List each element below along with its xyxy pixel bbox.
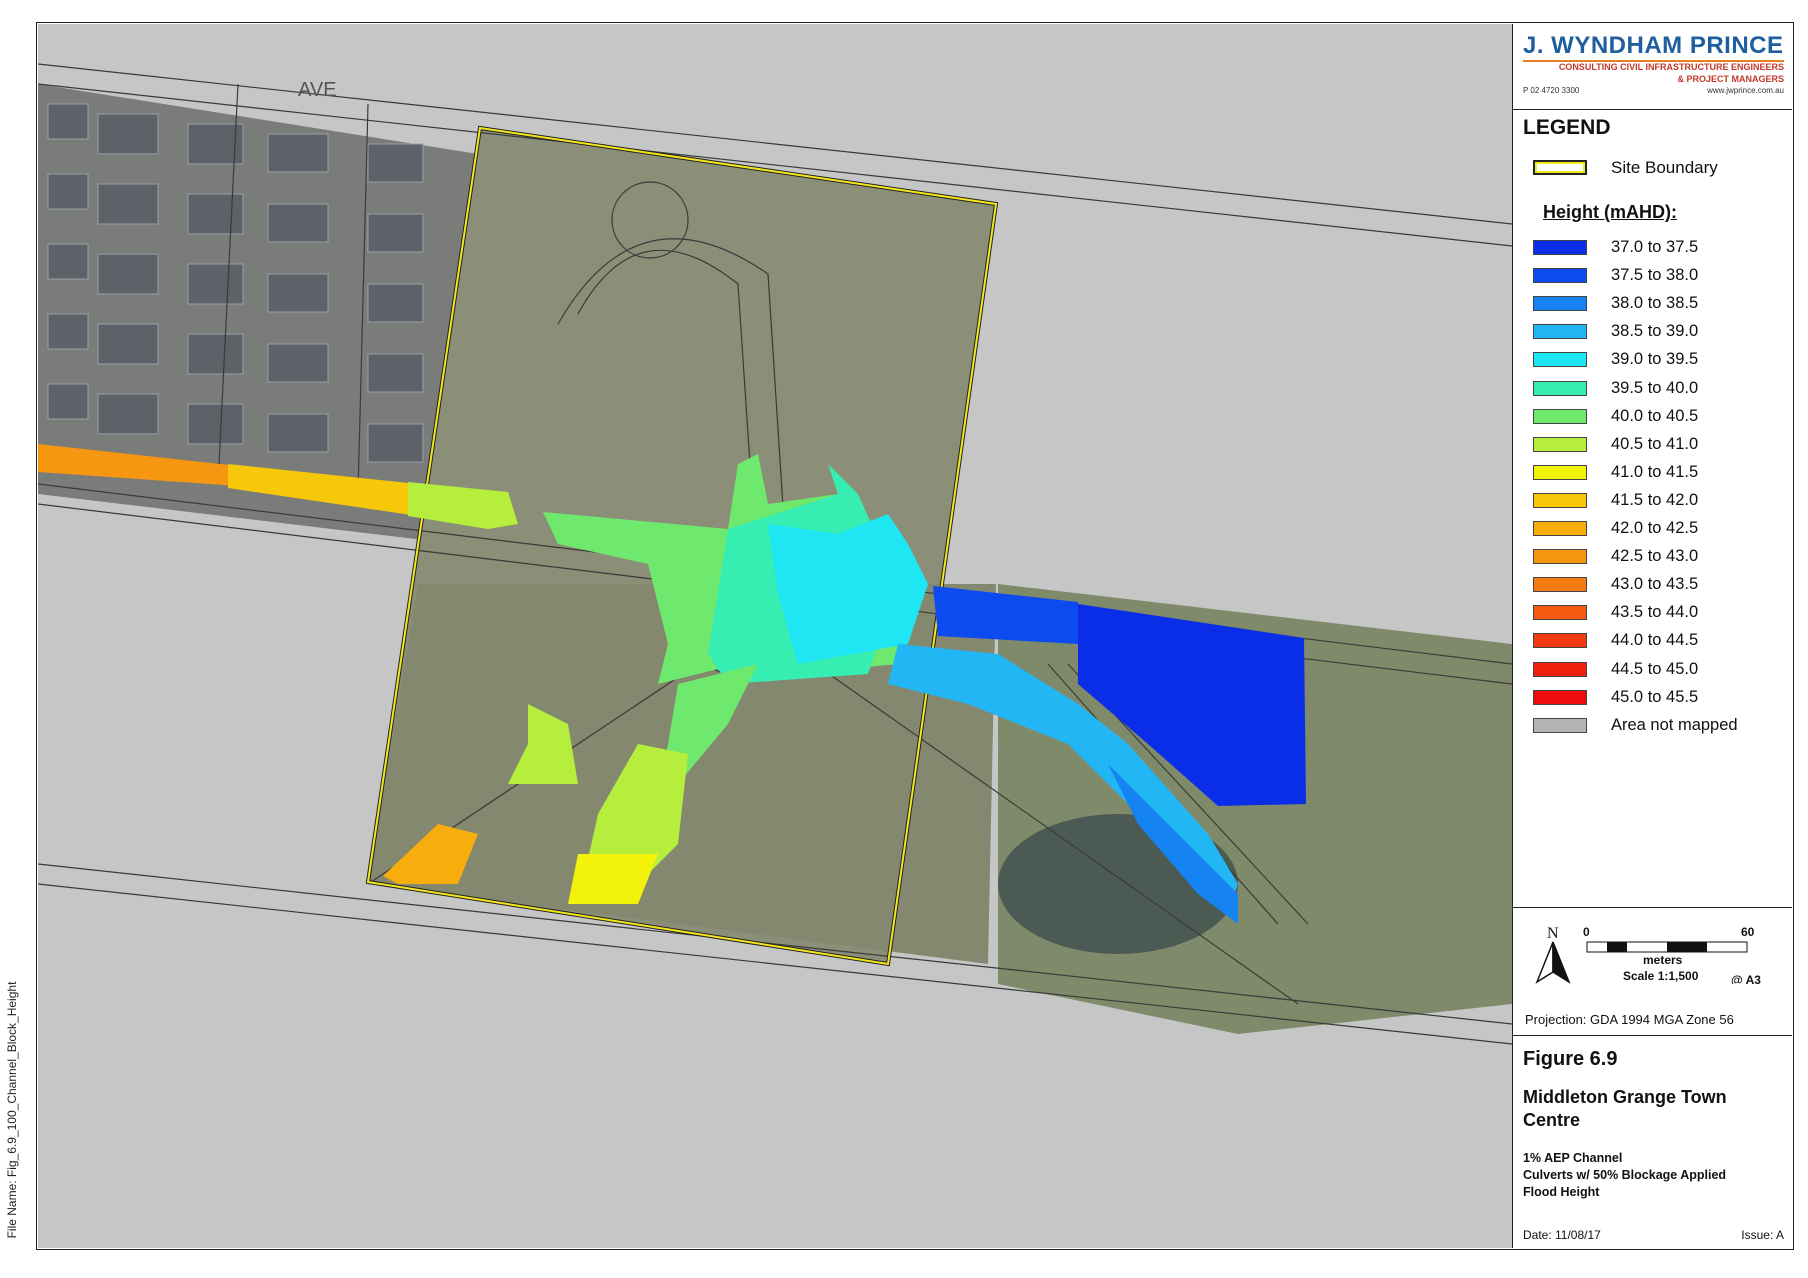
company-website: www.jwprince.com.au bbox=[1707, 86, 1784, 95]
legend-swatch bbox=[1533, 549, 1587, 565]
legend-swatch bbox=[1533, 605, 1587, 621]
legend-item: 41.5 to 42.0 bbox=[1513, 489, 1793, 513]
legend-label: 44.0 to 44.5 bbox=[1611, 631, 1699, 650]
legend-item: Area not mapped bbox=[1513, 714, 1793, 738]
legend-label: 41.0 to 41.5 bbox=[1611, 462, 1699, 481]
title-block: Figure 6.9 Middleton Grange Town Centre … bbox=[1512, 1036, 1792, 1248]
street-label: AVE bbox=[298, 79, 337, 101]
legend-item: 37.5 to 38.0 bbox=[1513, 264, 1793, 288]
paper-size: @ A3 bbox=[1731, 973, 1761, 984]
figure-description: 1% AEP Channel Culverts w/ 50% Blockage … bbox=[1523, 1150, 1785, 1201]
legend-item: 41.0 to 41.5 bbox=[1513, 461, 1793, 485]
legend-item: 43.0 to 43.5 bbox=[1513, 573, 1793, 597]
figure-description-line: 1% AEP Channel bbox=[1523, 1151, 1623, 1165]
legend-label: 42.0 to 42.5 bbox=[1611, 519, 1699, 537]
scale-tick-start: 0 bbox=[1583, 925, 1590, 939]
legend-swatch bbox=[1533, 296, 1587, 312]
legend-item: 44.0 to 44.5 bbox=[1513, 629, 1793, 653]
legend-item: 38.0 to 38.5 bbox=[1513, 292, 1793, 316]
legend-swatch bbox=[1533, 492, 1587, 508]
site-boundary-label: Site Boundary bbox=[1611, 158, 1718, 177]
scale-units: meters bbox=[1643, 953, 1683, 967]
height-legend-title: Height (mAHD): bbox=[1543, 202, 1677, 222]
legend-panel: LEGEND Site Boundary Height (mAHD): 37.0… bbox=[1512, 110, 1792, 908]
legend-swatch bbox=[1533, 521, 1587, 536]
legend-label: 37.5 to 38.0 bbox=[1611, 266, 1699, 285]
legend-item: 43.5 to 44.0 bbox=[1513, 601, 1793, 625]
north-label: N bbox=[1547, 925, 1559, 942]
legend-label: 39.0 to 39.5 bbox=[1611, 350, 1699, 369]
legend-swatch bbox=[1533, 408, 1587, 424]
legend-swatch bbox=[1533, 633, 1587, 649]
file-name-text: File Name: Fig_6.9_100_Channel_Block_Hei… bbox=[5, 981, 19, 1239]
legend-label: Area not mapped bbox=[1611, 715, 1738, 734]
legend-swatch bbox=[1533, 352, 1587, 368]
legend-swatch bbox=[1533, 240, 1587, 255]
legend-swatch bbox=[1533, 380, 1587, 396]
legend-swatch bbox=[1533, 268, 1587, 284]
figure-number: Figure 6.9 bbox=[1523, 1048, 1618, 1070]
legend-label: 43.5 to 44.0 bbox=[1611, 603, 1699, 622]
figure-description-line: Culverts w/ 50% Blockage Applied bbox=[1523, 1168, 1727, 1182]
scale-panel: N 0 60 meters Scale 1:1,500 @ A3 Project… bbox=[1512, 908, 1792, 1036]
legend-item: 42.5 to 43.0 bbox=[1513, 545, 1793, 569]
company-tagline-1: CONSULTING CIVIL INFRASTRUCTURE ENGINEER… bbox=[1558, 62, 1784, 72]
figure-description-line: Flood Height bbox=[1523, 1185, 1600, 1199]
legend-label: 38.0 to 38.5 bbox=[1611, 294, 1699, 313]
legend-label: 45.0 to 45.5 bbox=[1611, 687, 1699, 706]
figure-issue: Issue: A bbox=[1741, 1228, 1784, 1242]
legend-swatch bbox=[1533, 464, 1587, 480]
legend-swatch bbox=[1533, 717, 1587, 733]
legend-item: 40.5 to 41.0 bbox=[1513, 433, 1793, 457]
company-name: J. WYNDHAM PRINCE bbox=[1523, 32, 1784, 59]
map-canvas[interactable]: AVE bbox=[38, 24, 1512, 1248]
legend-item: 42.0 to 42.5 bbox=[1513, 517, 1793, 541]
legend-item: 40.0 to 40.5 bbox=[1513, 405, 1793, 429]
legend-label: 42.5 to 43.0 bbox=[1611, 547, 1699, 566]
legend-item: 39.0 to 39.5 bbox=[1513, 348, 1793, 372]
figure-date: Date: 11/08/17 bbox=[1523, 1228, 1601, 1242]
legend-item: 45.0 to 45.5 bbox=[1513, 686, 1793, 710]
projection-label: Projection: GDA 1994 MGA Zone 56 bbox=[1525, 1012, 1734, 1027]
site-boundary-swatch bbox=[1533, 160, 1587, 175]
legend-label: 37.0 to 37.5 bbox=[1611, 238, 1699, 256]
legend-item: 44.5 to 45.0 bbox=[1513, 658, 1793, 682]
north-arrow-icon: N bbox=[1535, 925, 1571, 984]
company-tagline-2: & PROJECT MANAGERS bbox=[1677, 74, 1784, 84]
legend-label: 41.5 to 42.0 bbox=[1611, 490, 1699, 509]
legend-swatch bbox=[1533, 689, 1587, 705]
legend-item: 37.0 to 37.5 bbox=[1513, 236, 1793, 260]
map-svg: AVE bbox=[38, 24, 1512, 1248]
legend-label: 43.0 to 43.5 bbox=[1611, 575, 1699, 594]
legend-swatch bbox=[1533, 324, 1587, 340]
legend-label: 40.0 to 40.5 bbox=[1611, 406, 1699, 425]
legend-swatch bbox=[1533, 436, 1587, 452]
legend-label: 39.5 to 40.0 bbox=[1611, 378, 1699, 397]
legend-item: 38.5 to 39.0 bbox=[1513, 320, 1793, 344]
legend-label: 38.5 to 39.0 bbox=[1611, 322, 1699, 341]
scale-bar: 0 60 meters Scale 1:1,500 @ A3 bbox=[1583, 925, 1761, 984]
legend-swatch bbox=[1533, 661, 1587, 677]
legend-item: 39.5 to 40.0 bbox=[1513, 377, 1793, 401]
legend-label: 40.5 to 41.0 bbox=[1611, 434, 1699, 453]
company-phone: P 02 4720 3300 bbox=[1523, 86, 1580, 95]
file-name-label: File Name: Fig_6.9_100_Channel_Block_Hei… bbox=[2, 950, 22, 1270]
legend-swatch bbox=[1533, 577, 1587, 593]
scale-ratio: Scale 1:1,500 bbox=[1623, 969, 1699, 983]
logo-panel: J. WYNDHAM PRINCE CONSULTING CIVIL INFRA… bbox=[1512, 24, 1792, 110]
legend-label: 44.5 to 45.0 bbox=[1611, 659, 1699, 678]
scale-tick-end: 60 bbox=[1741, 925, 1755, 939]
legend-title: LEGEND bbox=[1523, 116, 1611, 139]
figure-title: Middleton Grange Town Centre bbox=[1523, 1087, 1727, 1130]
